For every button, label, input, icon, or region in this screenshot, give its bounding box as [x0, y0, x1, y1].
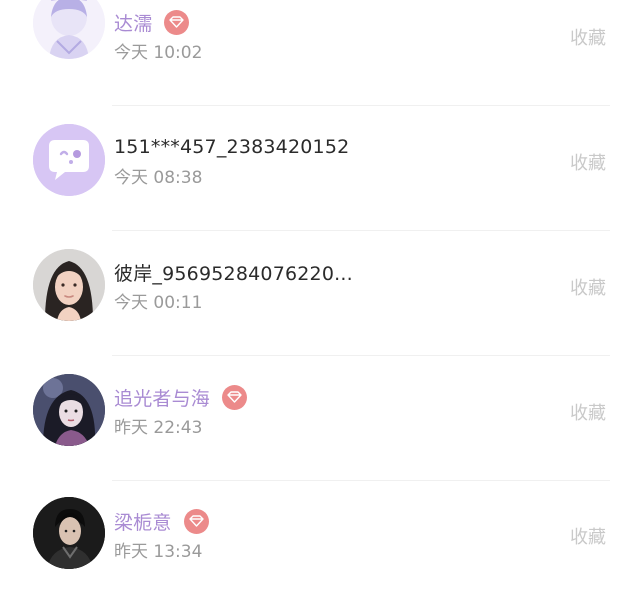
favorite-button[interactable]: 收藏	[570, 399, 606, 425]
list-item[interactable]: 梁栀意 昨天 13:34 收藏	[0, 487, 640, 612]
avatar[interactable]	[33, 124, 105, 196]
visit-time: 昨天 22:43	[114, 418, 203, 438]
username[interactable]: 追光者与海	[114, 384, 210, 411]
visit-time: 今天 08:38	[114, 168, 203, 188]
list-item[interactable]: 彼岸_95695284076220... 今天 00:11 收藏	[0, 237, 640, 362]
divider	[112, 230, 610, 231]
woman-portrait-image	[33, 249, 105, 321]
visit-time: 今天 00:11	[114, 293, 203, 313]
favorite-button[interactable]: 收藏	[570, 274, 606, 300]
list-item[interactable]: 151***457_2383420152 今天 08:38 收藏	[0, 112, 640, 237]
username[interactable]: 彼岸_95695284076220...	[114, 259, 353, 286]
name-line: 梁栀意	[114, 508, 209, 534]
name-line: 彼岸_95695284076220...	[114, 259, 353, 285]
avatar[interactable]	[33, 249, 105, 321]
favorite-button[interactable]: 收藏	[570, 149, 606, 175]
name-line: 达濡	[114, 9, 190, 36]
diamond-icon	[183, 508, 209, 534]
avatar[interactable]	[33, 497, 105, 569]
list-item[interactable]: 追光者与海 昨天 22:43 收藏	[0, 362, 640, 487]
divider	[112, 480, 610, 481]
visit-time: 今天 10:02	[114, 43, 203, 63]
username[interactable]: 151***457_2383420152	[114, 136, 349, 158]
favorite-button[interactable]: 收藏	[570, 523, 606, 549]
chat-bubble-icon	[33, 124, 105, 196]
username[interactable]: 达濡	[114, 9, 152, 36]
divider	[112, 355, 610, 356]
divider	[112, 105, 610, 106]
favorite-button[interactable]: 收藏	[570, 24, 606, 50]
man-portrait-image	[33, 497, 105, 569]
name-line: 追光者与海	[114, 384, 248, 411]
diamond-icon	[164, 9, 190, 35]
list-item[interactable]: 达濡 今天 10:02 收藏	[0, 0, 640, 112]
anime-girl-avatar-image	[33, 0, 105, 59]
avatar[interactable]	[33, 374, 105, 446]
avatar[interactable]	[33, 0, 105, 59]
visit-time: 昨天 13:34	[114, 542, 203, 562]
name-line: 151***457_2383420152	[114, 134, 349, 160]
username[interactable]: 梁栀意	[114, 508, 172, 535]
diamond-icon	[222, 384, 248, 410]
anime-character-image	[33, 374, 105, 446]
